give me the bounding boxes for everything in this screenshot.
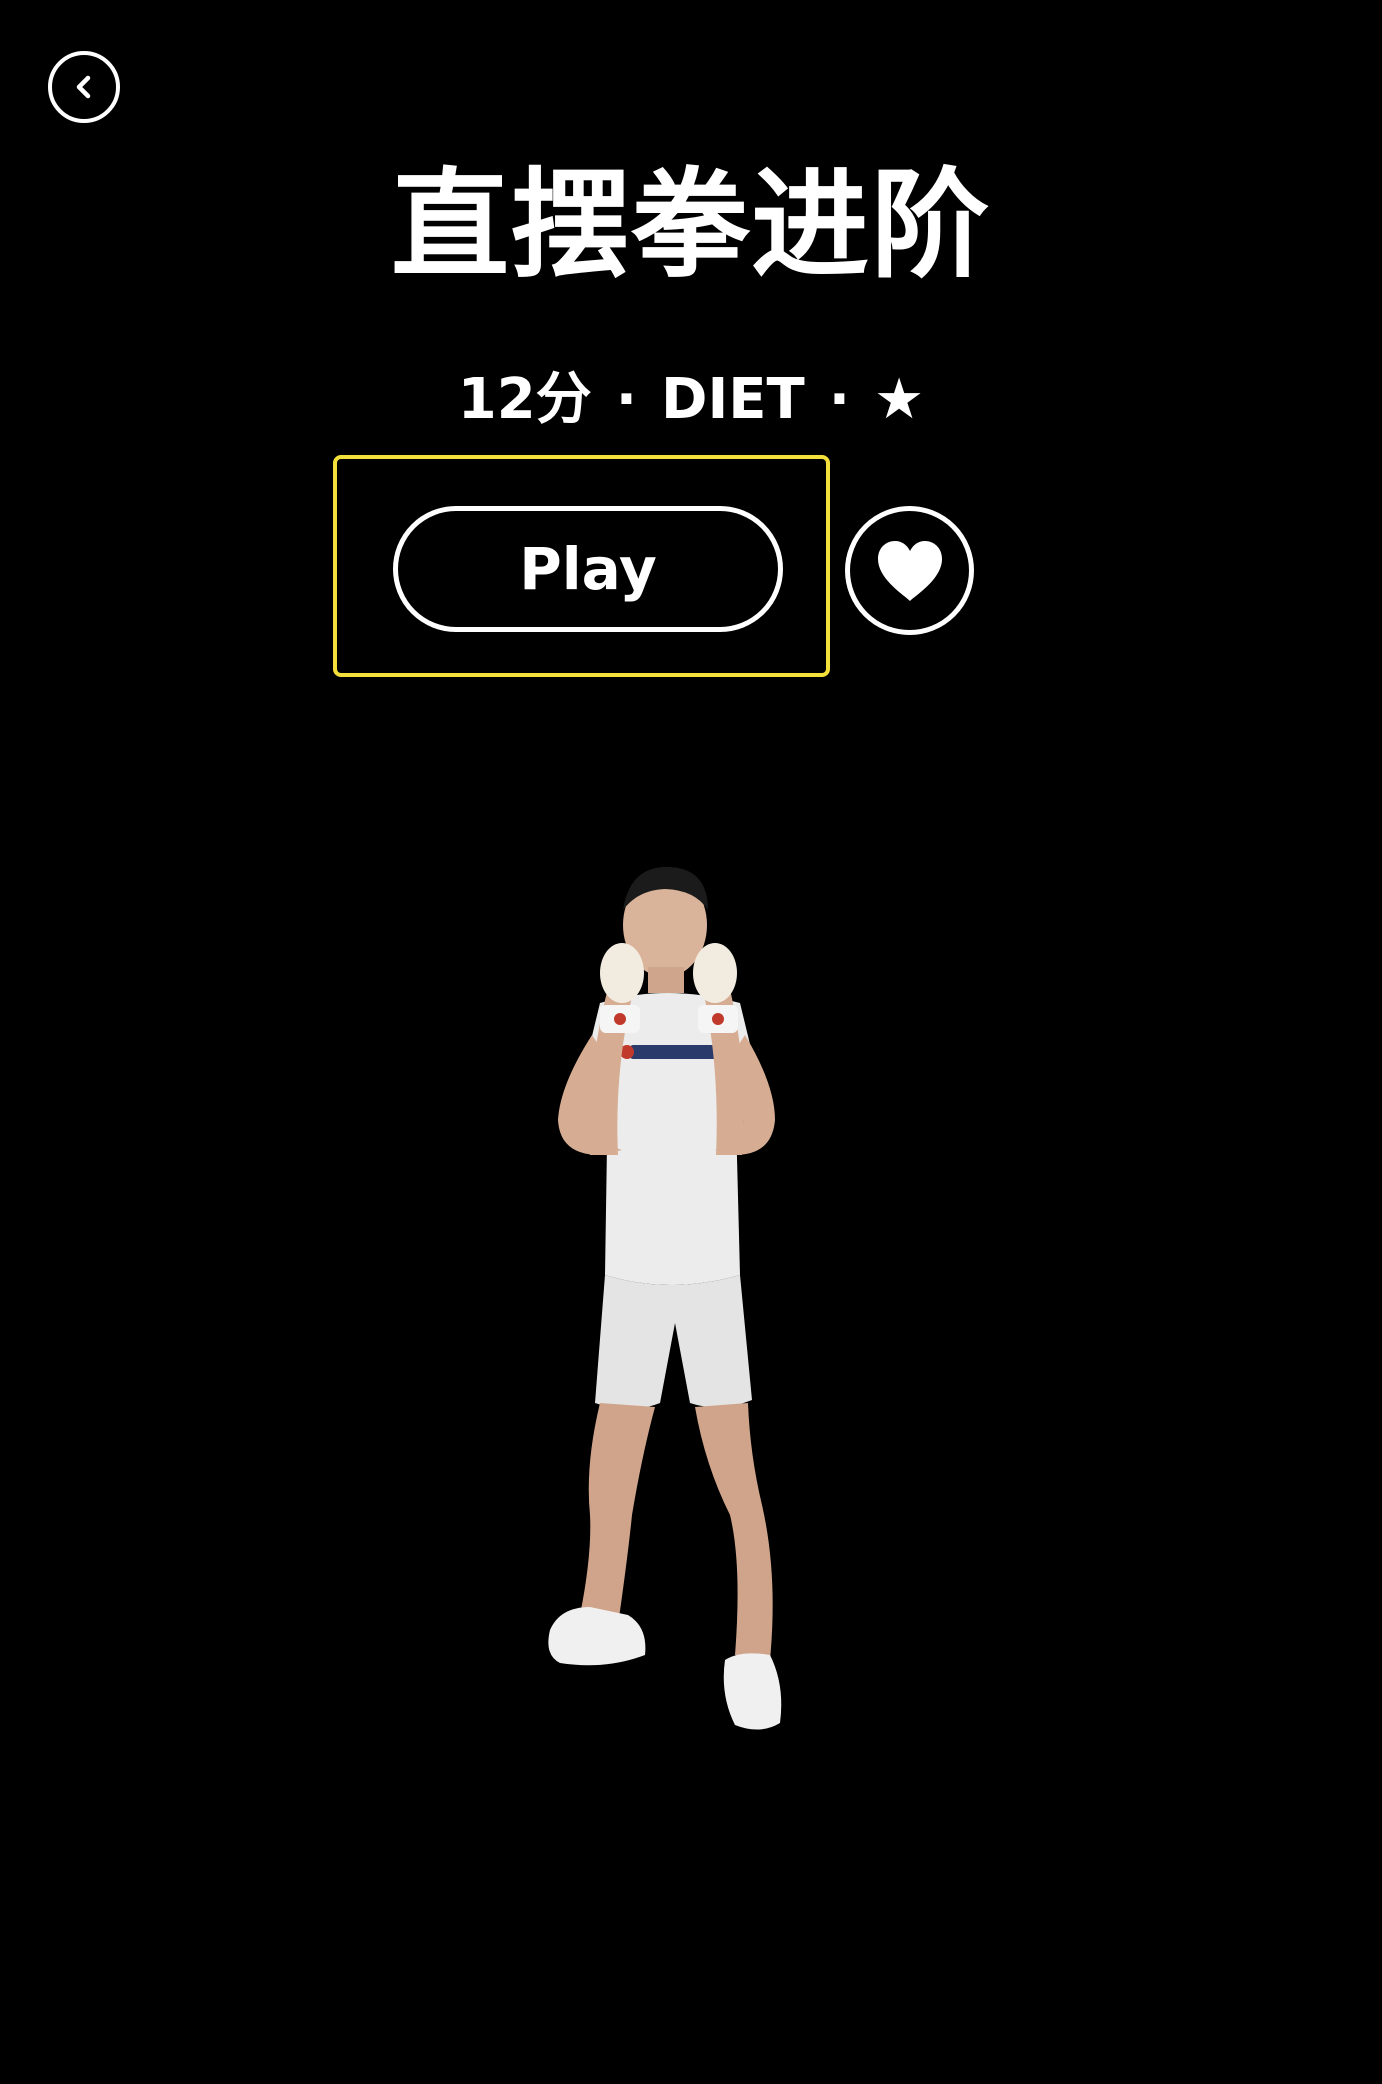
workout-title: 直摆拳进阶 [390,156,991,294]
separator-dot: · [615,367,637,432]
difficulty-star-icon: ★ [874,367,925,432]
duration-label: 12分 [457,367,592,432]
favorite-button[interactable] [845,506,974,635]
workout-detail-screen: 直摆拳进阶 12分 · DIET · ★ Play [0,0,1382,2084]
heart-icon [877,540,942,601]
chevron-left-icon [76,75,91,99]
workout-meta: 12分 · DIET · ★ [0,360,1382,440]
trainer-figure [548,866,782,1730]
back-button[interactable] [48,51,120,123]
play-button[interactable]: Play [393,506,783,632]
separator-dot: · [828,367,851,432]
category-label: DIET [660,367,805,432]
